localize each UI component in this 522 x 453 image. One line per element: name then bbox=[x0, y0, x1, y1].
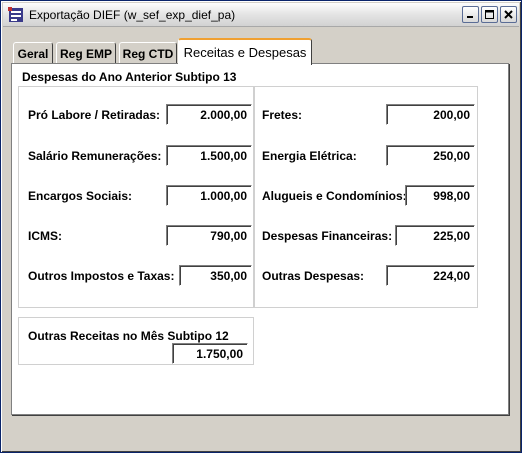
maximize-icon bbox=[485, 10, 494, 19]
tab-geral[interactable]: Geral bbox=[13, 42, 53, 64]
salario-label: Salário Remunerações: bbox=[28, 149, 162, 163]
minimize-button[interactable] bbox=[462, 6, 479, 23]
receitas-group-title: Outras Receitas no Mês Subtipo 12 bbox=[28, 329, 229, 343]
fretes-label: Fretes: bbox=[262, 108, 303, 122]
outras-despesas-field[interactable]: 224,00 bbox=[386, 265, 475, 286]
tab-reg-ctd[interactable]: Reg CTD bbox=[119, 42, 177, 64]
alugueis-label: Alugueis e Condomínios: bbox=[262, 189, 407, 203]
energia-label: Energia Elétrica: bbox=[262, 149, 357, 163]
despesas-group-title: Despesas do Ano Anterior Subtipo 13 bbox=[22, 70, 237, 84]
tab-receitas-despesas[interactable]: Receitas e Despesas bbox=[178, 38, 312, 65]
encargos-field[interactable]: 1.000,00 bbox=[166, 185, 252, 206]
despesas-financeiras-label: Despesas Financeiras: bbox=[262, 229, 393, 243]
fretes-field[interactable]: 200,00 bbox=[386, 104, 475, 125]
maximize-button[interactable] bbox=[481, 6, 498, 23]
salario-field[interactable]: 1.500,00 bbox=[166, 145, 252, 166]
outros-impostos-label: Outros Impostos e Taxas: bbox=[28, 269, 175, 283]
outras-receitas-field[interactable]: 1.750,00 bbox=[172, 343, 248, 364]
despesas-left-group: Pró Labore / Retiradas: 2.000,00 Salário… bbox=[18, 86, 254, 308]
icms-field[interactable]: 790,00 bbox=[166, 225, 252, 246]
encargos-label: Encargos Sociais: bbox=[28, 189, 133, 203]
client-area: Geral Reg EMP Reg CTD Receitas e Despesa… bbox=[5, 29, 517, 449]
main-window: Exportação DIEF (w_sef_exp_dief_pa) Gera… bbox=[0, 0, 522, 453]
tab-panel-receitas-despesas: Despesas do Ano Anterior Subtipo 13 Pró … bbox=[11, 63, 509, 415]
app-icon bbox=[8, 7, 23, 22]
tab-reg-emp[interactable]: Reg EMP bbox=[56, 42, 116, 64]
title-bar[interactable]: Exportação DIEF (w_sef_exp_dief_pa) bbox=[3, 3, 519, 27]
outros-impostos-field[interactable]: 350,00 bbox=[179, 265, 252, 286]
energia-field[interactable]: 250,00 bbox=[386, 145, 475, 166]
alugueis-field[interactable]: 998,00 bbox=[405, 185, 475, 206]
despesas-financeiras-field[interactable]: 225,00 bbox=[395, 225, 475, 246]
icms-label: ICMS: bbox=[28, 229, 62, 243]
receitas-group: Outras Receitas no Mês Subtipo 12 1.750,… bbox=[18, 317, 254, 365]
outras-despesas-label: Outras Despesas: bbox=[262, 269, 365, 283]
close-button[interactable] bbox=[500, 6, 517, 23]
close-icon bbox=[504, 10, 513, 19]
pro-labore-field[interactable]: 2.000,00 bbox=[166, 104, 252, 125]
pro-labore-label: Pró Labore / Retiradas: bbox=[28, 108, 161, 122]
minimize-icon bbox=[467, 16, 473, 18]
window-title: Exportação DIEF (w_sef_exp_dief_pa) bbox=[29, 8, 236, 22]
despesas-right-group: Fretes: 200,00 Energia Elétrica: 250,00 … bbox=[254, 86, 478, 308]
